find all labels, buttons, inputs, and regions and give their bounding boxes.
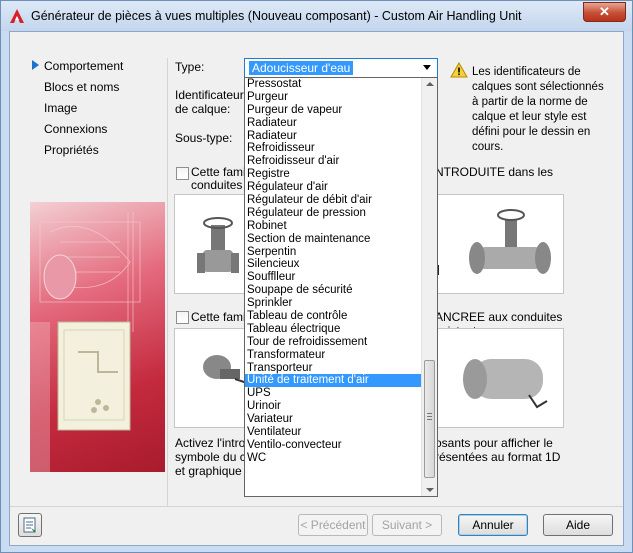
dropdown-option[interactable]: UPS bbox=[245, 387, 423, 400]
dropdown-option[interactable]: Robinet bbox=[245, 220, 423, 233]
dropdown-option[interactable]: Refroidisseur d'air bbox=[245, 155, 423, 168]
inline-checkbox-label-start: Cette famil bbox=[191, 165, 249, 179]
close-button[interactable]: ✕ bbox=[583, 2, 626, 22]
dropdown-option[interactable]: Transporteur bbox=[245, 362, 423, 375]
nav-item-label: Image bbox=[44, 101, 78, 115]
dropdown-option[interactable]: WC bbox=[245, 452, 423, 465]
type-dropdown-list[interactable]: Pressostat Purgeur Purgeur de vapeur Radiat… bbox=[244, 77, 438, 497]
dropdown-option[interactable]: Serpentin bbox=[245, 246, 423, 259]
warning-icon bbox=[450, 62, 468, 78]
dropdown-option[interactable]: Régulateur de débit d'air bbox=[245, 194, 423, 207]
dropdown-option[interactable]: Radiateur bbox=[245, 130, 423, 143]
dropdown-options: Pressostat Purgeur Purgeur de vapeur Radiat… bbox=[245, 78, 423, 465]
dropdown-option[interactable]: Purgeur bbox=[245, 91, 423, 104]
anchored-left-icon bbox=[203, 355, 251, 385]
cancel-button[interactable]: Annuler bbox=[458, 514, 528, 536]
nav-item-comportement[interactable]: Comportement bbox=[24, 58, 123, 79]
warning-text: Les identificateurs de calques sont séle… bbox=[472, 66, 604, 153]
nav-item-label: Propriétés bbox=[44, 143, 99, 157]
dropdown-option[interactable]: Soupape de sécurité bbox=[245, 284, 423, 297]
dropdown-scrollbar[interactable] bbox=[421, 78, 437, 496]
dropdown-option[interactable]: Registre bbox=[245, 168, 423, 181]
type-select[interactable]: Adoucisseur d'eau bbox=[244, 58, 438, 78]
anchored-right-icon bbox=[463, 359, 548, 409]
dropdown-option[interactable]: Tableau électrique bbox=[245, 323, 423, 336]
scroll-down-icon[interactable] bbox=[426, 488, 434, 492]
autocad-logo-icon bbox=[10, 9, 24, 23]
nav-item-label: Connexions bbox=[44, 122, 108, 136]
dialog-window: Générateur de pièces à vues multiples (N… bbox=[0, 0, 633, 553]
wizard-illustration bbox=[30, 202, 165, 472]
properties-icon bbox=[23, 517, 36, 533]
inline-checkbox[interactable] bbox=[176, 167, 189, 180]
dropdown-option[interactable]: Silencieux bbox=[245, 258, 423, 271]
nav-item-connexions[interactable]: Connexions bbox=[24, 121, 123, 142]
nav-item-label: Comportement bbox=[44, 59, 124, 73]
previous-button[interactable]: < Précédent bbox=[298, 514, 368, 536]
current-step-arrow-icon bbox=[32, 60, 39, 70]
anchored-checkbox-label-start: Cette famil bbox=[191, 310, 249, 324]
type-label: Type: bbox=[175, 60, 205, 74]
properties-button[interactable] bbox=[18, 513, 42, 537]
scrollbar-thumb[interactable] bbox=[424, 360, 435, 478]
chevron-down-icon[interactable] bbox=[423, 65, 431, 70]
dropdown-option[interactable]: Régulateur d'air bbox=[245, 181, 423, 194]
dropdown-option[interactable]: Purgeur de vapeur bbox=[245, 104, 423, 117]
inline-checkbox-label-end: NTRODUITE dans les bbox=[435, 165, 554, 179]
nav-divider bbox=[167, 58, 168, 506]
valve-inline-left-icon bbox=[197, 217, 239, 273]
dropdown-option[interactable]: Sprinkler bbox=[245, 297, 423, 310]
footer-divider bbox=[10, 506, 623, 507]
dropdown-option[interactable]: Tableau de contrôle bbox=[245, 310, 423, 323]
subtype-label: Sous-type: bbox=[175, 131, 233, 145]
help-button[interactable]: Aide bbox=[543, 514, 613, 536]
dropdown-option[interactable]: Régulateur de pression bbox=[245, 207, 423, 220]
layer-identifier-label: Identificateur de calque: bbox=[175, 88, 244, 116]
wizard-nav: Comportement Blocs et noms Image Connexi… bbox=[24, 58, 123, 163]
dropdown-option[interactable]: Section de maintenance bbox=[245, 233, 423, 246]
footer-text-end-1: osants pour afficher le bbox=[435, 436, 553, 450]
dropdown-option[interactable]: Soufflleur bbox=[245, 271, 423, 284]
nav-item-blocs-et-noms[interactable]: Blocs et noms bbox=[24, 79, 123, 100]
dropdown-option[interactable]: Tour de refroidissement bbox=[245, 336, 423, 349]
dropdown-option[interactable]: Ventilo-convecteur bbox=[245, 439, 423, 452]
valve-inline-right-icon bbox=[469, 209, 551, 274]
title-bar[interactable]: Générateur de pièces à vues multiples (N… bbox=[1, 1, 632, 31]
dropdown-option[interactable]: Transformateur bbox=[245, 349, 423, 362]
dropdown-option[interactable]: Refroidisseur bbox=[245, 142, 423, 155]
next-button[interactable]: Suivant > bbox=[372, 514, 442, 536]
dropdown-option[interactable]: Urinoir bbox=[245, 400, 423, 413]
type-select-value: Adoucisseur d'eau bbox=[249, 61, 354, 75]
dropdown-option[interactable]: Pressostat bbox=[245, 78, 423, 91]
dropdown-option[interactable]: Ventilateur bbox=[245, 426, 423, 439]
nav-item-image[interactable]: Image bbox=[24, 100, 123, 121]
dropdown-option[interactable]: Unité de traitement d'air bbox=[245, 374, 423, 388]
nav-item-proprietes[interactable]: Propriétés bbox=[24, 142, 123, 163]
dialog-body: Comportement Blocs et noms Image Connexi… bbox=[9, 31, 624, 546]
window-title: Générateur de pièces à vues multiples (N… bbox=[31, 9, 522, 23]
nav-item-label: Blocs et noms bbox=[44, 80, 120, 94]
dropdown-option[interactable]: Radiateur bbox=[245, 117, 423, 130]
dropdown-option[interactable]: Variateur bbox=[245, 413, 423, 426]
footer-text-end-2: résentées au format 1D bbox=[435, 450, 561, 464]
footer-text-1: Activez l'introd bbox=[175, 436, 252, 450]
scroll-up-icon[interactable] bbox=[426, 82, 434, 86]
footer-text-2: symbole du co bbox=[175, 450, 253, 464]
anchored-checkbox[interactable] bbox=[176, 311, 189, 324]
